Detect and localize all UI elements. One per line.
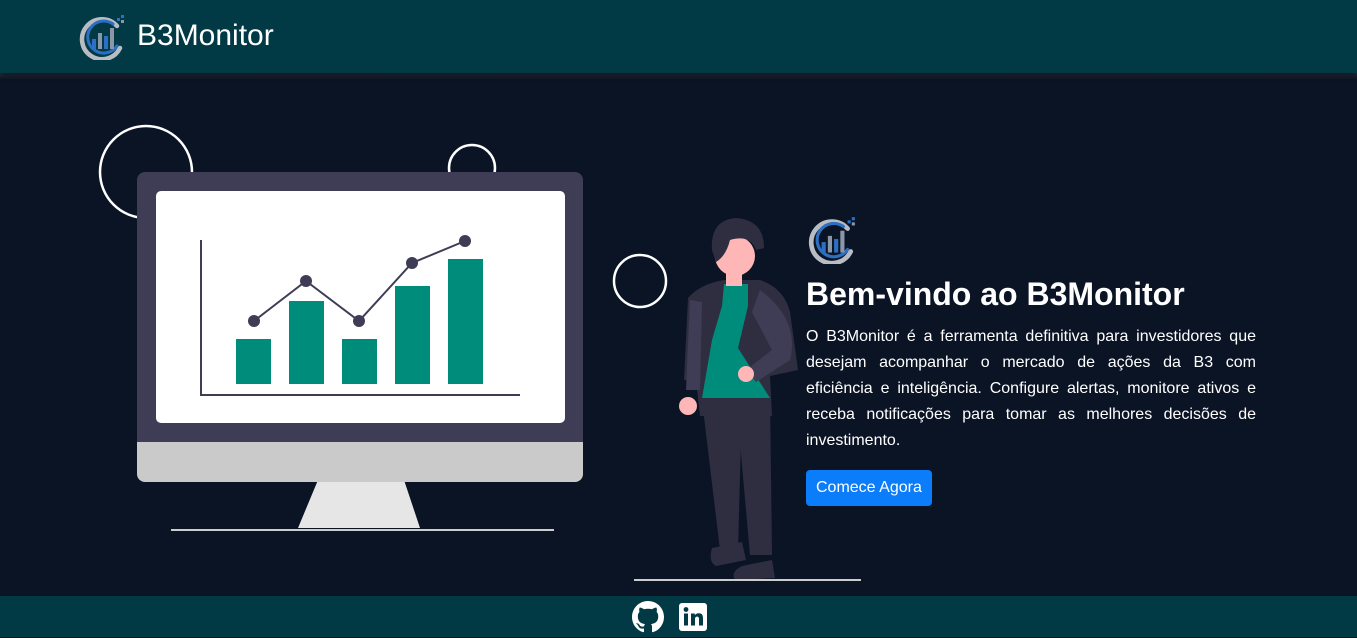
person-leg bbox=[702, 400, 742, 550]
b3monitor-logo-icon bbox=[79, 15, 124, 60]
chart-point bbox=[353, 315, 365, 327]
chart-point bbox=[300, 275, 312, 287]
b3monitor-logo-icon bbox=[808, 217, 855, 264]
navbar: B3Monitor bbox=[0, 0, 1357, 73]
chart-bar bbox=[448, 259, 483, 384]
deco-circle-medium bbox=[612, 253, 668, 309]
hero: Bem-vindo ao B3Monitor O B3Monitor é a f… bbox=[806, 214, 1256, 506]
get-started-button[interactable]: Comece Agora bbox=[806, 470, 932, 506]
person-shoe bbox=[710, 542, 746, 566]
chart-point bbox=[406, 257, 418, 269]
chart-bar bbox=[395, 286, 430, 384]
person-shoe bbox=[733, 560, 775, 580]
brand-name: B3Monitor bbox=[137, 19, 274, 52]
monitor-chart-person-illustration bbox=[98, 124, 861, 581]
github-icon bbox=[632, 601, 664, 633]
monitor-stand bbox=[298, 480, 420, 528]
linkedin-link[interactable] bbox=[677, 601, 709, 633]
navbar-shadow bbox=[0, 73, 1357, 80]
monitor-screen bbox=[156, 191, 565, 423]
person-hand bbox=[738, 366, 754, 382]
hero-description: O B3Monitor é a ferramenta definitiva pa… bbox=[806, 328, 1256, 449]
chart-point bbox=[248, 315, 260, 327]
person-leg bbox=[736, 398, 772, 555]
chart-point bbox=[459, 235, 471, 247]
chart-bar bbox=[236, 339, 271, 384]
person-hand bbox=[679, 397, 697, 415]
linkedin-icon bbox=[679, 603, 707, 631]
github-link[interactable] bbox=[632, 601, 664, 633]
footer bbox=[0, 596, 1357, 637]
brand-link[interactable]: B3Monitor bbox=[77, 12, 274, 60]
hero-title: Bem-vindo ao B3Monitor bbox=[806, 276, 1185, 312]
chart-bar bbox=[289, 301, 324, 384]
main-section: Bem-vindo ao B3Monitor O B3Monitor é a f… bbox=[0, 80, 1357, 596]
monitor-chin bbox=[137, 442, 583, 482]
chart-bar bbox=[342, 339, 377, 384]
